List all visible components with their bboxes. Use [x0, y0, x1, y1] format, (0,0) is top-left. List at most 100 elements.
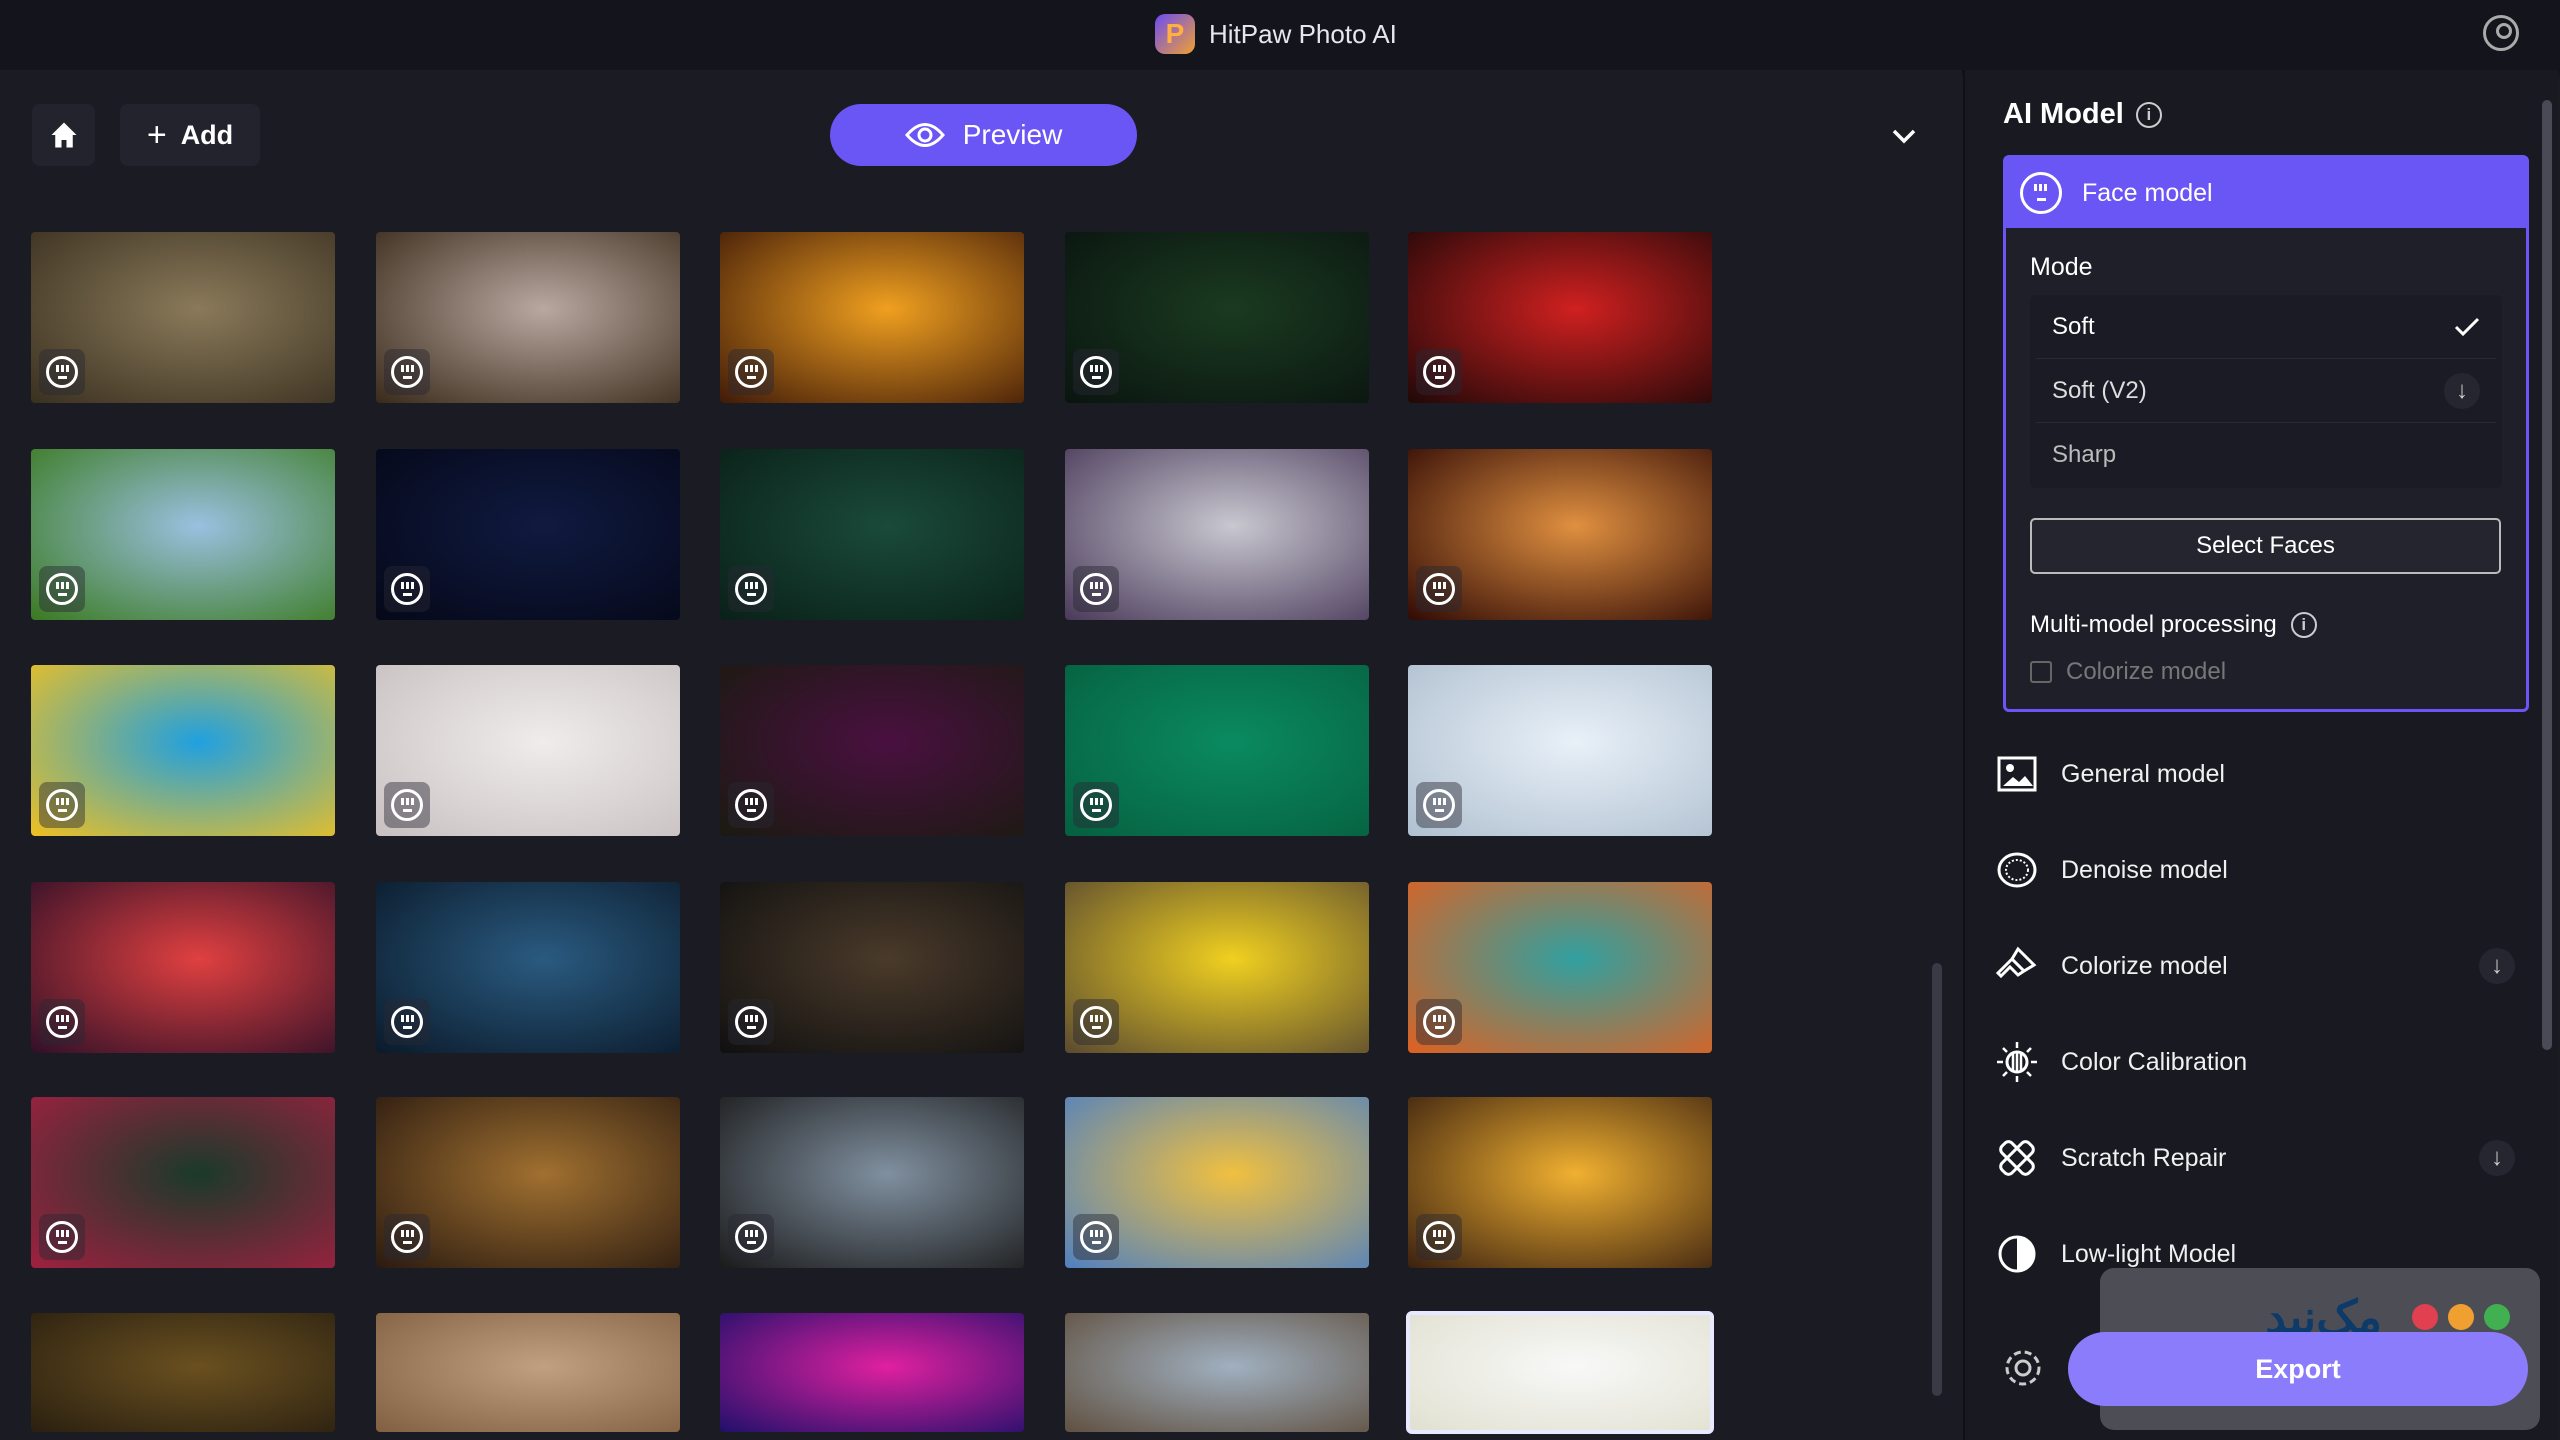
photo-thumbnail[interactable]	[31, 665, 335, 836]
face-icon	[391, 573, 423, 605]
photo-thumbnail[interactable]	[376, 449, 680, 620]
face-detected-badge	[39, 349, 85, 395]
gallery-scrollbar[interactable]	[1932, 963, 1942, 1396]
face-icon	[1423, 789, 1455, 821]
brush-icon	[1995, 944, 2039, 988]
face-detected-badge	[1416, 782, 1462, 828]
face-icon	[46, 1006, 78, 1038]
photo-thumbnail[interactable]	[1065, 232, 1369, 403]
app-title-text: HitPaw Photo AI	[1209, 19, 1397, 50]
photo-thumbnail[interactable]	[1408, 882, 1712, 1053]
info-icon[interactable]: i	[2136, 102, 2162, 128]
face-icon	[1423, 1006, 1455, 1038]
watermark-dot	[2412, 1304, 2438, 1330]
add-button[interactable]: + Add	[120, 104, 260, 166]
download-icon[interactable]: ↓	[2479, 1140, 2515, 1176]
mode-option-soft-v2[interactable]: Soft (V2) ↓	[2036, 359, 2496, 423]
home-button[interactable]	[32, 104, 95, 166]
photo-thumbnail[interactable]	[376, 1313, 680, 1432]
face-detected-badge	[728, 1214, 774, 1260]
face-detected-badge	[39, 999, 85, 1045]
photo-thumbnail[interactable]	[376, 665, 680, 836]
download-icon[interactable]: ↓	[2444, 373, 2480, 409]
photo-thumbnail[interactable]	[31, 1313, 335, 1432]
photo-thumbnail[interactable]	[1065, 882, 1369, 1053]
photo-thumbnail[interactable]	[1408, 665, 1712, 836]
face-detected-badge	[1073, 566, 1119, 612]
face-detected-badge	[1416, 1214, 1462, 1260]
photo-thumbnail[interactable]	[720, 232, 1024, 403]
face-icon	[1423, 1221, 1455, 1253]
model-item-general[interactable]: General model	[1995, 739, 2515, 809]
photo-thumbnail[interactable]	[720, 1313, 1024, 1432]
face-detected-badge	[728, 349, 774, 395]
face-detected-badge	[1073, 782, 1119, 828]
face-icon	[391, 356, 423, 388]
panel-title: AI Model i	[2003, 98, 2162, 131]
denoise-icon	[1995, 848, 2039, 892]
photo-thumbnail[interactable]	[720, 882, 1024, 1053]
preview-button[interactable]: Preview	[830, 104, 1137, 166]
photo-thumbnail[interactable]	[1408, 1097, 1712, 1268]
checkmark-icon	[2454, 317, 2480, 337]
photo-thumbnail[interactable]	[1065, 665, 1369, 836]
face-detected-badge	[1416, 566, 1462, 612]
model-label: General model	[2061, 760, 2225, 789]
sun-icon	[1995, 1040, 2039, 1084]
panel-scrollbar[interactable]	[2542, 100, 2552, 1050]
multi-model-label: Multi-model processing	[2030, 611, 2277, 639]
model-item-color-calibration[interactable]: Color Calibration	[1995, 1027, 2515, 1097]
mode-options: Soft Soft (V2) ↓ Sharp	[2030, 295, 2502, 488]
face-icon	[735, 1006, 767, 1038]
face-model-card: Face model Mode Soft Soft (V2) ↓ Sharp S…	[2003, 155, 2529, 712]
watermark-dot	[2484, 1304, 2510, 1330]
chevron-down-icon	[1891, 128, 1917, 144]
photo-thumbnail[interactable]	[376, 232, 680, 403]
mode-label: Mode	[2030, 253, 2093, 282]
colorize-model-checkbox[interactable]: Colorize model	[2030, 658, 2226, 686]
model-item-colorize[interactable]: Colorize model ↓	[1995, 931, 2515, 1001]
ai-model-panel: AI Model i Face model Mode Soft Soft (V2…	[1963, 70, 2558, 1440]
preview-label: Preview	[963, 119, 1063, 151]
photo-thumbnail[interactable]	[31, 882, 335, 1053]
face-detected-badge	[384, 566, 430, 612]
photo-thumbnail[interactable]	[1408, 232, 1712, 403]
mode-option-sharp[interactable]: Sharp	[2036, 423, 2496, 487]
photo-thumbnail[interactable]	[31, 449, 335, 620]
export-button[interactable]: Export	[2068, 1332, 2528, 1406]
download-icon[interactable]: ↓	[2479, 948, 2515, 984]
face-model-header[interactable]: Face model	[2006, 158, 2526, 228]
photo-thumbnail[interactable]	[1065, 1097, 1369, 1268]
collapse-toggle[interactable]	[1880, 112, 1928, 160]
photo-thumbnail[interactable]	[1408, 449, 1712, 620]
model-label: Color Calibration	[2061, 1048, 2247, 1077]
settings-gear-icon[interactable]	[2000, 1345, 2046, 1391]
face-detected-badge	[1416, 349, 1462, 395]
model-item-denoise[interactable]: Denoise model	[1995, 835, 2515, 905]
photo-thumbnail[interactable]	[720, 1097, 1024, 1268]
info-icon[interactable]: i	[2291, 612, 2317, 638]
mode-option-soft[interactable]: Soft	[2036, 295, 2496, 359]
model-label: Low-light Model	[2061, 1240, 2236, 1269]
model-item-scratch-repair[interactable]: Scratch Repair ↓	[1995, 1123, 2515, 1193]
model-label: Colorize model	[2061, 952, 2228, 981]
photo-thumbnail[interactable]	[31, 232, 335, 403]
photo-thumbnail[interactable]	[720, 449, 1024, 620]
option-label: Soft (V2)	[2052, 377, 2147, 405]
photo-thumbnail[interactable]	[31, 1097, 335, 1268]
face-detected-badge	[1416, 999, 1462, 1045]
checkbox-icon[interactable]	[2030, 661, 2052, 683]
watermark-dot	[2448, 1304, 2474, 1330]
photo-thumbnail[interactable]	[1065, 449, 1369, 620]
multi-model-processing: Multi-model processing i	[2030, 611, 2317, 639]
photo-thumbnail[interactable]	[376, 1097, 680, 1268]
photo-thumbnail[interactable]	[1408, 1313, 1712, 1432]
image-icon	[1995, 752, 2039, 796]
photo-thumbnail[interactable]	[720, 665, 1024, 836]
photo-thumbnail[interactable]	[376, 882, 680, 1053]
user-account-icon[interactable]	[2483, 15, 2519, 51]
plus-icon: +	[147, 116, 167, 155]
photo-thumbnail[interactable]	[1065, 1313, 1369, 1432]
face-detected-badge	[384, 349, 430, 395]
select-faces-button[interactable]: Select Faces	[2030, 518, 2501, 574]
